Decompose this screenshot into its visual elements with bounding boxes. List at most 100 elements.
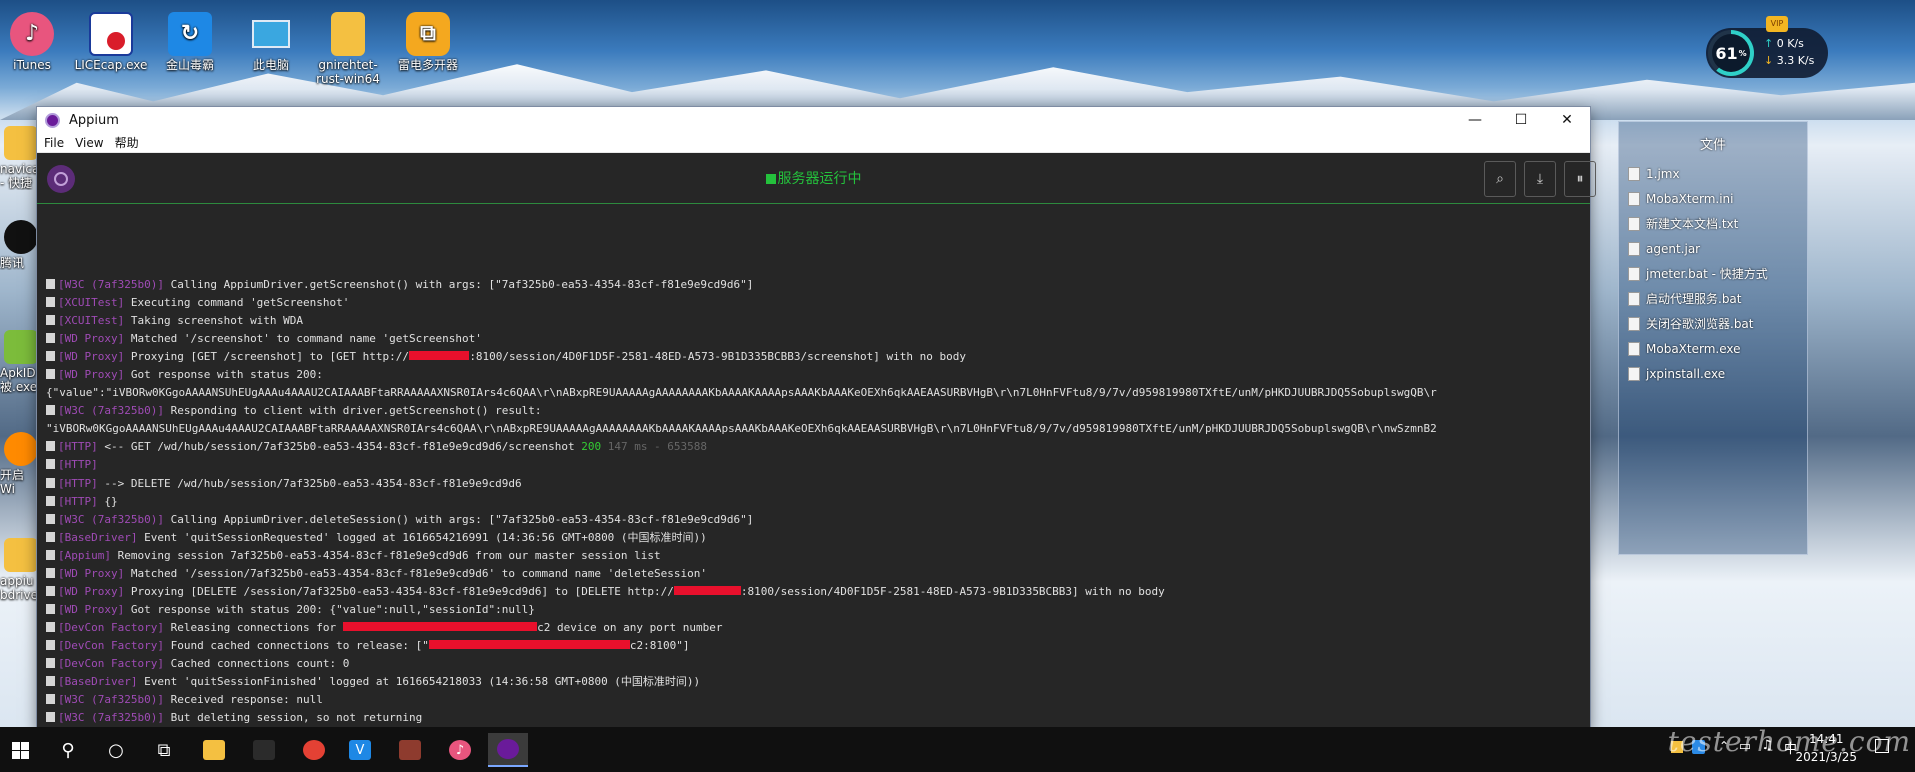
log-tag: [WD Proxy] — [58, 332, 125, 346]
log-prompt-icon — [46, 405, 55, 416]
exe-file-icon — [1628, 341, 1640, 356]
log-tag: [Appium] — [58, 548, 111, 562]
log-message: <-- GET /wd/hub/session/7af325b0-ea53-43… — [97, 440, 582, 454]
taskbar-search[interactable]: ⚲ — [48, 733, 88, 767]
taskbar-task-view[interactable]: ⧉ — [144, 733, 184, 767]
file-item[interactable]: 启动代理服务.bat — [1619, 286, 1807, 311]
download-logs-button[interactable]: ⤓ — [1524, 161, 1556, 197]
file-name: MobaXterm.exe — [1646, 341, 1741, 356]
desktop-icon-gnirehtet[interactable]: gnirehtet-rust-win64 — [306, 12, 390, 86]
minimize-button[interactable]: — — [1452, 107, 1498, 133]
taskbar-terminal[interactable] — [244, 733, 284, 767]
cortana-icon: ○ — [108, 739, 124, 761]
log-prompt-icon — [46, 531, 55, 542]
log-message: {"value":"iVBORw0KGgoAAAANSUhEUgAAAu4AAA… — [46, 386, 1437, 400]
log-message: Calling AppiumDriver.getScreenshot() wit… — [163, 278, 754, 291]
log-message: Responding to client with driver.getScre… — [163, 404, 542, 418]
download-speed: ↓ 3.3 K/s — [1764, 54, 1814, 67]
file-item[interactable]: MobaXterm.ini — [1619, 186, 1807, 211]
log-line: [DevCon Factory] Found cached connection… — [46, 637, 1590, 655]
log-message: :8100/session/4D0F1D5F-2581-48ED-A573-9B… — [740, 584, 1165, 598]
log-prompt-icon — [46, 297, 55, 308]
log-message: Event 'quitSessionRequested' logged at 1… — [137, 530, 707, 544]
menu-file[interactable]: File — [44, 136, 64, 150]
redacted-mark — [409, 351, 470, 361]
log-tag: [BaseDriver] — [58, 530, 138, 544]
log-prompt-icon — [46, 712, 55, 723]
file-item[interactable]: MobaXterm.exe — [1619, 336, 1807, 361]
log-prompt-icon — [46, 513, 55, 524]
log-message: Removing session 7af325b0-ea53-4354-83cf… — [110, 548, 661, 562]
vip-badge: VIP — [1766, 16, 1788, 32]
desktop-icon-label: appiu bdrive — [0, 574, 38, 602]
desktop-icon-wifi[interactable]: 开启 Wi — [0, 432, 42, 496]
log-line: [WD Proxy] Proxying [GET /screenshot] to… — [46, 348, 1590, 366]
taskbar-game[interactable] — [390, 733, 430, 767]
log-prompt-icon — [46, 495, 55, 506]
desktop-icon-label: 此电脑 — [252, 58, 289, 72]
qq-penguin-icon — [4, 220, 38, 254]
network-speed-widget[interactable]: VIP 61% ↑ 0 K/s ↓ 3.3 K/s — [1706, 16, 1828, 78]
percent-unit: % — [1738, 48, 1747, 58]
upload-arrow-icon: ↑ — [1764, 37, 1774, 50]
desktop-icon-kingsoft[interactable]: ↻ 金山毒霸 — [148, 12, 232, 72]
log-message: Cached connections count: 0 — [163, 656, 350, 670]
http-status-code: 200 — [581, 440, 602, 454]
log-prompt-icon — [46, 351, 55, 362]
desktop-icon-this-pc[interactable]: 此电脑 — [229, 12, 313, 72]
taskbar-cortana[interactable]: ○ — [96, 733, 136, 767]
menu-view[interactable]: View — [75, 136, 103, 150]
maximize-button[interactable]: ☐ — [1498, 107, 1544, 133]
server-log[interactable]: [W3C (7af325b0)] Calling AppiumDriver.ge… — [37, 276, 1590, 730]
log-message: But deleting session, so not returning — [163, 711, 423, 725]
log-tag: [DevCon Factory] — [58, 638, 164, 652]
log-prompt-icon — [46, 369, 55, 380]
memory-usage-ring: 61% — [1708, 30, 1754, 76]
start-button[interactable] — [0, 733, 40, 767]
file-item[interactable]: 新建文本文档.txt — [1619, 211, 1807, 236]
log-tag: [HTTP] — [58, 494, 98, 508]
desktop-icon-itunes[interactable]: ♪ iTunes — [0, 12, 74, 72]
windows-icon — [11, 741, 29, 759]
file-item[interactable]: jmeter.bat - 快捷方式 — [1619, 261, 1807, 286]
shortcut-icon — [1628, 266, 1640, 281]
file-item[interactable]: jxpinstall.exe — [1619, 361, 1807, 386]
log-prompt-icon — [46, 585, 55, 596]
desktop-icon-label: 雷电多开器 — [397, 58, 458, 72]
taskbar-appium[interactable] — [488, 733, 528, 767]
taskbar-chrome[interactable] — [294, 733, 334, 767]
desktop-icon-apkide[interactable]: ApkID 被.exe — [0, 330, 42, 394]
desktop-icon-appium-driver[interactable]: appiu bdrive — [0, 538, 42, 602]
desktop-icon-ldmultiplayer[interactable]: ⧉ 雷电多开器 — [386, 12, 470, 72]
desktop-icon-tencent[interactable]: 腾讯 — [0, 220, 42, 270]
taskbar-itunes[interactable]: ♪ — [440, 733, 480, 767]
log-line: [W3C (7af325b0)] Calling AppiumDriver.ge… — [46, 276, 1590, 294]
appium-logo-icon — [45, 112, 60, 128]
pause-server-button[interactable]: ⏸ — [1564, 161, 1596, 197]
log-line: [WD Proxy] Matched '/screenshot' to comm… — [46, 330, 1590, 348]
log-prompt-icon — [46, 477, 55, 488]
file-name: 关闭谷歌浏览器.bat — [1646, 317, 1754, 331]
desktop-icon-navicat[interactable]: navica - 快捷 — [0, 126, 42, 190]
log-tag: [WD Proxy] — [58, 368, 125, 382]
vscode-icon: V — [349, 740, 371, 760]
log-message: c2 device on any port number — [537, 620, 723, 634]
file-item[interactable]: agent.jar — [1619, 236, 1807, 261]
log-line: [WD Proxy] Got response with status 200: — [46, 366, 1590, 384]
log-prompt-icon — [46, 657, 55, 668]
file-item[interactable]: 关闭谷歌浏览器.bat — [1619, 311, 1807, 336]
close-button[interactable]: ✕ — [1544, 107, 1590, 133]
file-name: 启动代理服务.bat — [1646, 292, 1742, 306]
log-line: [BaseDriver] Event 'quitSessionFinished'… — [46, 673, 1590, 691]
search-logs-button[interactable]: ⌕ — [1484, 161, 1516, 197]
window-titlebar[interactable]: Appium — ☐ ✕ — [37, 107, 1590, 133]
redacted-mark — [673, 585, 741, 595]
log-prompt-icon — [46, 279, 55, 289]
desktop-icon-licecap[interactable]: LICEcap.exe — [69, 12, 153, 72]
taskbar-file-explorer[interactable] — [194, 733, 234, 767]
log-line: [W3C (7af325b0)] But deleting session, s… — [46, 709, 1590, 727]
file-item[interactable]: 1.jmx — [1619, 161, 1807, 186]
menu-help[interactable]: 帮助 — [115, 134, 139, 151]
log-message: Matched '/session/7af325b0-ea53-4354-83c… — [124, 566, 708, 580]
taskbar-vscode[interactable]: V — [340, 733, 380, 767]
